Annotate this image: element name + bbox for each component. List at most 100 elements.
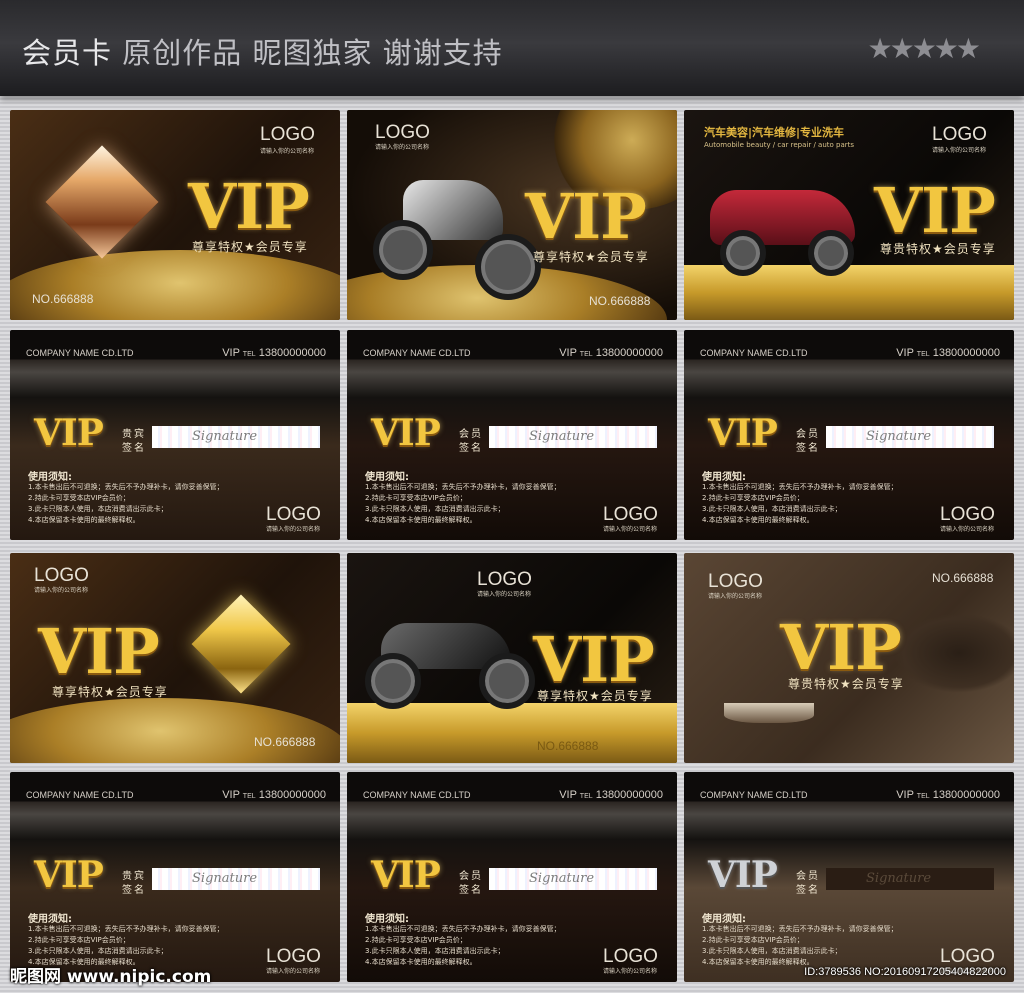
- vip-card-back: COMPANY NAME CD.LTD VIP TEL 13800000000 …: [347, 772, 677, 982]
- vip-tel-vip: VIP: [559, 789, 577, 801]
- signature-scribble: Signature: [192, 429, 258, 444]
- vip-slogan: 尊享特权★会员专享: [533, 250, 649, 264]
- vip-card-front-motorcycle: LOGO 请输入你的公司名称 VIP 尊享特权★会员专享 NO.666888: [347, 110, 677, 320]
- vip-slogan: 尊享特权★会员专享: [537, 689, 653, 703]
- company-name: COMPANY NAME CD.LTD: [363, 790, 471, 800]
- vip-title: VIP: [371, 854, 441, 896]
- vip-slogan: 尊享特权★会员专享: [52, 685, 168, 699]
- signature-label: 签名: [122, 885, 146, 896]
- notice-line: 4.本店保留本卡使用的最终解释权。: [365, 516, 477, 524]
- page-header: 会员卡 原创作品 昵图独家 谢谢支持 ★★★★★: [0, 0, 1024, 96]
- vip-title: VIP: [525, 180, 647, 253]
- logo-subtitle: 请输入你的公司名称: [603, 968, 658, 975]
- tel-label: TEL: [916, 351, 930, 358]
- signature-label: 签名: [459, 443, 483, 454]
- notice-title: 使用须知:: [702, 914, 746, 925]
- signature-field[interactable]: Signature: [489, 426, 657, 448]
- notice-line: 1.本卡售出后不可退换；丢失后不予办理补卡，请你妥善保管；: [365, 483, 561, 491]
- signature-field[interactable]: Signature: [826, 868, 994, 890]
- card-number: NO.666888: [537, 739, 599, 753]
- signature-field[interactable]: Signature: [152, 426, 320, 448]
- logo-text: LOGO: [603, 946, 658, 967]
- notice-line: 3.此卡只限本人使用，本店消费请出示此卡；: [365, 947, 505, 955]
- vip-title: VIP: [533, 623, 655, 696]
- rating-stars: ★★★★★: [867, 32, 981, 65]
- signature-field[interactable]: Signature: [826, 426, 994, 448]
- logo-text: LOGO: [375, 122, 430, 143]
- vip-card-back: COMPANY NAME CD.LTD VIP TEL 13800000000 …: [684, 772, 1014, 982]
- logo-text: LOGO: [708, 571, 763, 592]
- notice-line: 2.持此卡可享受本店VIP会员价；: [28, 494, 130, 502]
- notice-line: 3.此卡只限本人使用，本店消费请出示此卡；: [365, 505, 505, 513]
- vip-card-front-car: 汽车美容|汽车维修|专业洗车 Automobile beauty / car r…: [684, 110, 1014, 320]
- logo-subtitle: 请输入你的公司名称: [477, 591, 532, 598]
- gold-diamond-icon: [191, 594, 291, 694]
- vip-title: VIP: [38, 615, 160, 688]
- notice-line: 1.本卡售出后不可退换；丢失后不予办理补卡，请你妥善保管；: [28, 925, 224, 933]
- logo-subtitle: 请输入你的公司名称: [932, 147, 987, 154]
- notice-title: 使用须知:: [702, 472, 746, 483]
- signature-field[interactable]: Signature: [489, 868, 657, 890]
- notice-line: 2.持此卡可享受本店VIP会员价；: [702, 936, 804, 944]
- member-label: 贵宾: [122, 871, 146, 882]
- card-number: NO.666888: [932, 571, 994, 585]
- logo-text: LOGO: [260, 124, 315, 145]
- tel-number: 13800000000: [932, 789, 1000, 801]
- vip-card-front-landscape: LOGO 请输入你的公司名称 NO.666888 VIP 尊贵特权★会员专享: [684, 553, 1014, 763]
- notice-line: 1.本卡售出后不可退换；丢失后不予办理补卡，请你妥善保管；: [702, 483, 898, 491]
- signature-scribble: Signature: [529, 871, 595, 886]
- tel-number: 13800000000: [595, 347, 663, 359]
- notice-line: 1.本卡售出后不可退换；丢失后不予办理补卡，请你妥善保管；: [702, 925, 898, 933]
- vip-title: VIP: [371, 412, 441, 454]
- logo-text: LOGO: [940, 504, 995, 525]
- tel-label: TEL: [579, 793, 593, 800]
- notice-line: 1.本卡售出后不可退换；丢失后不予办理补卡，请你妥善保管；: [28, 483, 224, 491]
- notice-line: 3.此卡只限本人使用，本店消费请出示此卡；: [702, 505, 842, 513]
- company-name: COMPANY NAME CD.LTD: [26, 790, 134, 800]
- logo-text: LOGO: [940, 946, 995, 967]
- logo-text: LOGO: [266, 504, 321, 525]
- member-label: 会员: [796, 871, 820, 882]
- card-number: NO.666888: [589, 294, 651, 308]
- header-title-sub: 原创作品 昵图独家 谢谢支持: [122, 36, 503, 70]
- member-label: 会员: [796, 429, 820, 440]
- tel-number: 13800000000: [258, 789, 326, 801]
- vip-title: VIP: [708, 412, 778, 454]
- vip-title: VIP: [34, 854, 104, 896]
- signature-field[interactable]: Signature: [152, 868, 320, 890]
- vip-tel: VIP TEL 13800000000: [559, 347, 663, 359]
- header-title: 会员卡 原创作品 昵图独家 谢谢支持: [22, 30, 503, 72]
- vip-slogan: 尊享特权★会员专享: [192, 240, 308, 254]
- vip-card-front-diamond: LOGO 请输入你的公司名称 VIP 尊享特权★会员专享 NO.666888: [10, 110, 340, 320]
- gold-wave-decoration: [10, 698, 340, 763]
- vip-tel: VIP TEL 13800000000: [559, 789, 663, 801]
- gold-wave-decoration: [10, 250, 340, 320]
- vip-card-front-gold-diamond: LOGO 请输入你的公司名称 VIP 尊享特权★会员专享 NO.666888: [10, 553, 340, 763]
- vip-tel: VIP TEL 13800000000: [222, 347, 326, 359]
- notice-line: 2.持此卡可享受本店VIP会员价；: [28, 936, 130, 944]
- logo-subtitle: 请输入你的公司名称: [266, 968, 321, 975]
- logo-text: LOGO: [34, 565, 89, 586]
- logo-subtitle: 请输入你的公司名称: [708, 593, 763, 600]
- vip-tel-vip: VIP: [222, 789, 240, 801]
- image-id-watermark: ID:3789536 NO:20160917205404822000: [804, 966, 1006, 978]
- notice-line: 4.本店保留本卡使用的最终解释权。: [702, 958, 814, 966]
- tel-number: 13800000000: [595, 789, 663, 801]
- card-number: NO.666888: [32, 292, 94, 306]
- notice-line: 3.此卡只限本人使用，本店消费请出示此卡；: [28, 947, 168, 955]
- site-watermark: 昵图网 www.nipic.com: [10, 967, 212, 987]
- notice-line: 2.持此卡可享受本店VIP会员价；: [365, 936, 467, 944]
- logo-subtitle: 请输入你的公司名称: [940, 526, 995, 533]
- notice-line: 1.本卡售出后不可退换；丢失后不予办理补卡，请你妥善保管；: [365, 925, 561, 933]
- vip-tel: VIP TEL 13800000000: [896, 347, 1000, 359]
- tel-label: TEL: [242, 793, 256, 800]
- logo-text: LOGO: [266, 946, 321, 967]
- tel-label: TEL: [916, 793, 930, 800]
- vip-tel-vip: VIP: [222, 347, 240, 359]
- vip-card-back: COMPANY NAME CD.LTD VIP TEL 13800000000 …: [347, 330, 677, 540]
- notice-line: 4.本店保留本卡使用的最终解释权。: [365, 958, 477, 966]
- notice-line: 3.此卡只限本人使用，本店消费请出示此卡；: [28, 505, 168, 513]
- logo-text: LOGO: [603, 504, 658, 525]
- tel-number: 13800000000: [258, 347, 326, 359]
- logo-subtitle: 请输入你的公司名称: [260, 148, 315, 155]
